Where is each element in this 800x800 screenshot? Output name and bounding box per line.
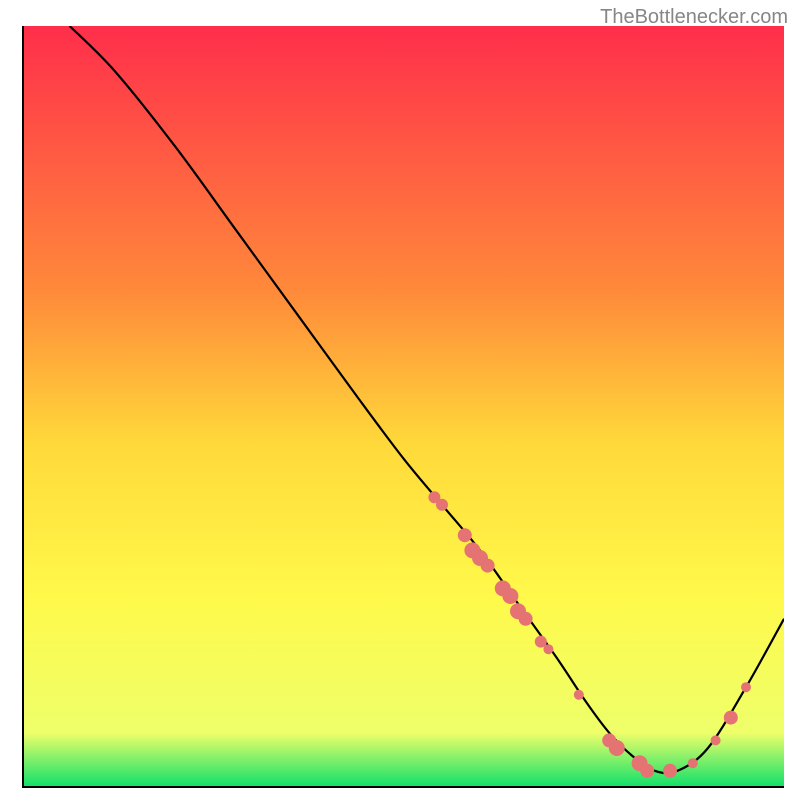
axes-frame <box>22 26 784 788</box>
watermark-text: TheBottlenecker.com <box>600 6 788 29</box>
